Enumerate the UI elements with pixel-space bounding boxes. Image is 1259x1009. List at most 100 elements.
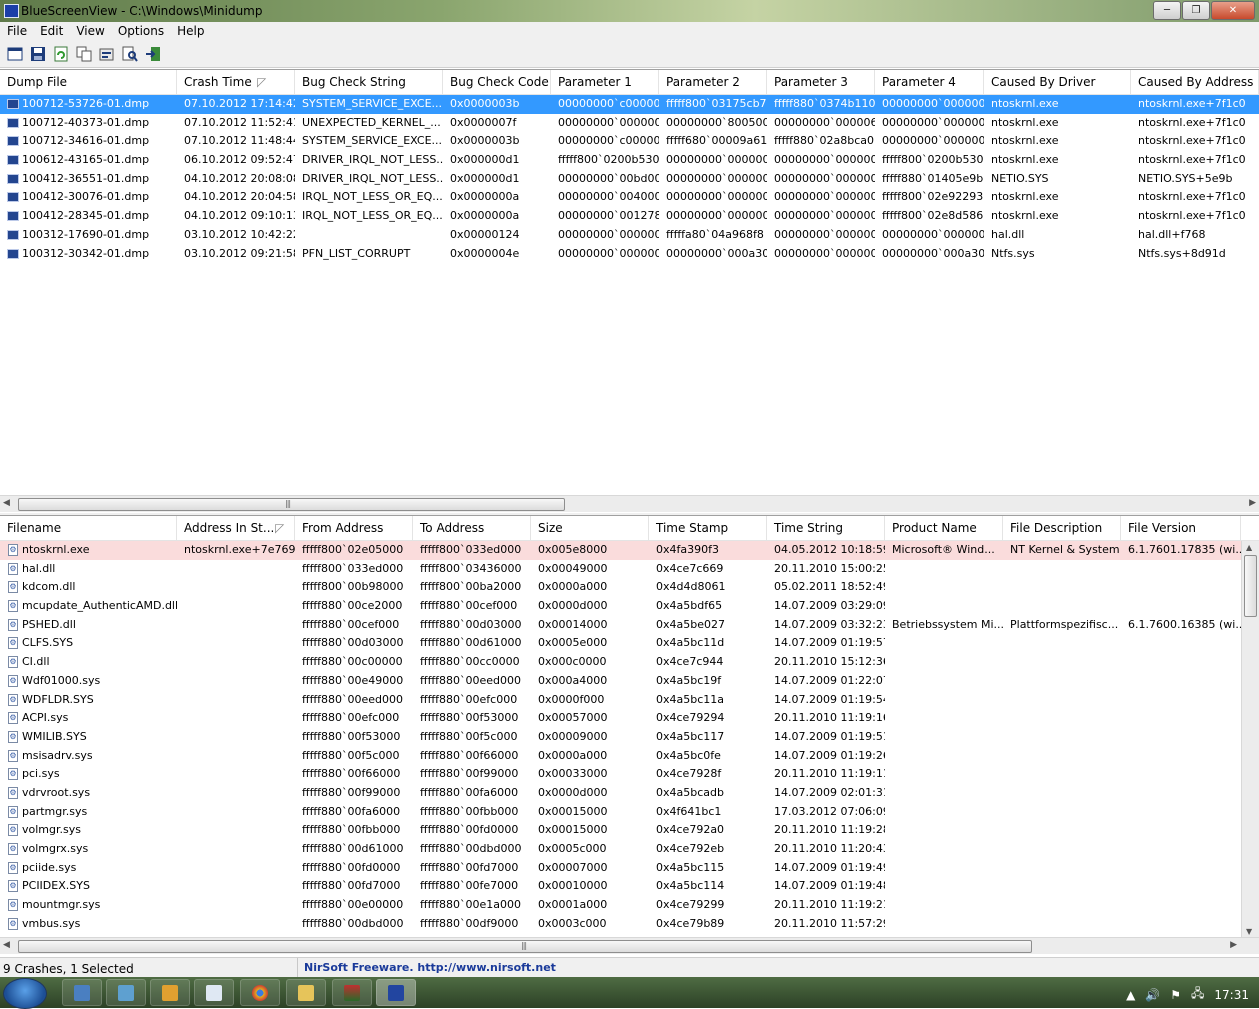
exit-icon[interactable] [144,45,162,63]
scroll-left-icon[interactable]: ◀ [3,940,10,950]
close-button[interactable]: ✕ [1211,1,1255,20]
explorer-app[interactable] [62,979,102,1006]
table-row[interactable]: 100412-28345-01.dmp 04.10.2012 09:10:13 IR… [0,207,1259,226]
table-row[interactable]: ⚙ ntoskrnl.exe ntoskrnl.exe+7e769 fffff800`… [0,541,1259,560]
table-row[interactable]: ⚙ volmgrx.sys fffff880`00d61000 fffff880`00… [0,840,1259,859]
col-time-string[interactable]: Time String [767,516,885,540]
col-address-in-stack[interactable]: Address In St... ◸ [177,516,295,540]
crash-list-hscroll-thumb[interactable]: ||| [18,498,565,511]
col-bug-check-string[interactable]: Bug Check String [295,70,443,94]
col-time-stamp[interactable]: Time Stamp [649,516,767,540]
menu-options[interactable]: Options [111,22,170,41]
table-row[interactable]: ⚙ pci.sys fffff880`00f66000 fffff880`00f990… [0,765,1259,784]
cell-parameter-4: fffff800`02e8d586 [882,209,984,223]
table-row[interactable]: ⚙ CI.dll fffff880`00c00000 fffff880`00cc000… [0,653,1259,672]
table-row[interactable]: ⚙ mcupdate_AuthenticAMD.dll fffff880`00ce2… [0,597,1259,616]
table-row[interactable]: 100412-30076-01.dmp 04.10.2012 20:04:58 IR… [0,188,1259,207]
driver-list-hscrollbar[interactable]: ◀ ||| ▶ [0,937,1259,954]
menu-view[interactable]: View [69,22,110,41]
cell-dump-file: 100712-34616-01.dmp [22,134,150,148]
refresh-icon[interactable] [52,45,70,63]
table-row[interactable]: 100712-53726-01.dmp 07.10.2012 17:14:42 SY… [0,95,1259,114]
table-row[interactable]: ⚙ CLFS.SYS fffff880`00d03000 fffff880`00d61… [0,634,1259,653]
sort-icon: ◸ [257,75,267,89]
table-row[interactable]: ⚙ PSHED.dll fffff880`00cef000 fffff880`00d0… [0,616,1259,635]
folder-app[interactable] [286,979,326,1006]
cell-from-address: fffff880`00d61000 [302,842,404,855]
table-row[interactable]: ⚙ Wdf01000.sys fffff880`00e49000 fffff880`0… [0,672,1259,691]
col-parameter-2[interactable]: Parameter 2 [659,70,767,94]
col-from-address[interactable]: From Address [295,516,413,540]
cell-filename: pci.sys [22,767,60,781]
save-icon[interactable] [29,45,47,63]
col-filename[interactable]: Filename [0,516,177,540]
crash-list-hscrollbar[interactable]: ◀ ||| ▶ [0,495,1259,512]
col-parameter-1[interactable]: Parameter 1 [551,70,659,94]
show-hidden-icons-icon[interactable]: ▲ [1126,988,1135,1002]
chrome-app[interactable] [240,979,280,1006]
media-app[interactable] [150,979,190,1006]
scroll-right-icon[interactable]: ▶ [1230,940,1237,950]
col-parameter-3[interactable]: Parameter 3 [767,70,875,94]
table-row[interactable]: ⚙ vdrvroot.sys fffff880`00f99000 fffff880`0… [0,784,1259,803]
volume-icon[interactable]: 🔊 [1145,988,1160,1002]
menu-help[interactable]: Help [170,22,210,41]
col-bug-check-code[interactable]: Bug Check Code [443,70,551,94]
scroll-down-icon[interactable]: ▼ [1246,927,1252,936]
network-app[interactable] [106,979,146,1006]
start-button[interactable] [3,978,47,1009]
driver-list-hscroll-thumb[interactable]: ||| [18,940,1032,953]
cell-file-description [1003,578,1121,597]
scroll-up-icon[interactable]: ▲ [1246,543,1252,552]
table-row[interactable]: ⚙ kdcom.dll fffff800`00b98000 fffff800`00ba… [0,578,1259,597]
col-product-name[interactable]: Product Name [885,516,1003,540]
table-row[interactable]: 100712-34616-01.dmp 07.10.2012 11:48:44 SY… [0,132,1259,151]
cell-time-stamp: 0x4a5bdf65 [656,599,723,613]
col-file-version[interactable]: File Version [1121,516,1241,540]
table-row[interactable]: ⚙ ACPI.sys fffff880`00efc000 fffff880`00f53… [0,709,1259,728]
table-row[interactable]: ⚙ WDFLDR.SYS fffff880`00eed000 fffff880`00e… [0,691,1259,710]
driver-list-vscrollbar[interactable]: ▲ ▼ [1241,541,1259,938]
cell-from-address: fffff880`00d03000 [302,636,404,650]
table-row[interactable]: ⚙ vmbus.sys fffff880`00dbd000 fffff880`00df… [0,915,1259,934]
table-row[interactable]: 100312-30342-01.dmp 03.10.2012 09:21:58 PF… [0,245,1259,264]
copy-icon[interactable] [75,45,93,63]
col-dump-file[interactable]: Dump File [0,70,177,94]
network-tray-icon[interactable]: 🖧 [1191,984,1204,1005]
nirsoft-link[interactable]: NirSoft Freeware. http://www.nirsoft.net [304,961,556,974]
col-crash-time[interactable]: Crash Time ◸ [177,70,295,94]
col-caused-by-address[interactable]: Caused By Address [1131,70,1259,94]
table-row[interactable]: ⚙ volmgr.sys fffff880`00fbb000 fffff880`00f… [0,821,1259,840]
driver-list-vscroll-thumb[interactable] [1244,555,1257,617]
books-app[interactable] [332,979,372,1006]
scroll-left-icon[interactable]: ◀ [3,498,10,508]
menu-file[interactable]: File [0,22,33,41]
scroll-right-icon[interactable]: ▶ [1249,498,1256,508]
table-row[interactable]: ⚙ WMILIB.SYS fffff880`00f53000 fffff880`00f… [0,728,1259,747]
menu-edit[interactable]: Edit [33,22,69,41]
table-row[interactable]: ⚙ hal.dll fffff800`033ed000 fffff800`034360… [0,560,1259,579]
properties-icon[interactable] [6,45,24,63]
col-size[interactable]: Size [531,516,649,540]
maximize-button[interactable]: ❐ [1182,1,1210,20]
action-center-icon[interactable]: ⚑ [1170,988,1181,1002]
notepad-app[interactable] [194,979,234,1006]
table-row[interactable]: ⚙ msisadrv.sys fffff880`00f5c000 fffff880`0… [0,747,1259,766]
table-row[interactable]: 100712-40373-01.dmp 07.10.2012 11:52:41 UN… [0,114,1259,133]
table-row[interactable]: 100612-43165-01.dmp 06.10.2012 09:52:47 DR… [0,151,1259,170]
minimize-button[interactable]: ─ [1153,1,1181,20]
bluescreenview-app[interactable] [376,979,416,1006]
col-to-address[interactable]: To Address [413,516,531,540]
table-row[interactable]: ⚙ partmgr.sys fffff880`00fa6000 fffff880`00… [0,803,1259,822]
find-icon[interactable] [121,45,139,63]
col-caused-by-driver[interactable]: Caused By Driver [984,70,1131,94]
table-row[interactable]: 100412-36551-01.dmp 04.10.2012 20:08:08 DR… [0,170,1259,189]
clock[interactable]: 17:31 [1214,988,1249,1002]
table-row[interactable]: ⚙ PCIIDEX.SYS fffff880`00fd7000 fffff880`00… [0,877,1259,896]
col-parameter-4[interactable]: Parameter 4 [875,70,984,94]
col-file-description[interactable]: File Description [1003,516,1121,540]
options-icon[interactable] [98,45,116,63]
table-row[interactable]: ⚙ mountmgr.sys fffff880`00e00000 fffff880`0… [0,896,1259,915]
table-row[interactable]: 100312-17690-01.dmp 03.10.2012 10:42:22 0x… [0,226,1259,245]
table-row[interactable]: ⚙ pciide.sys fffff880`00fd0000 fffff880`00f… [0,859,1259,878]
